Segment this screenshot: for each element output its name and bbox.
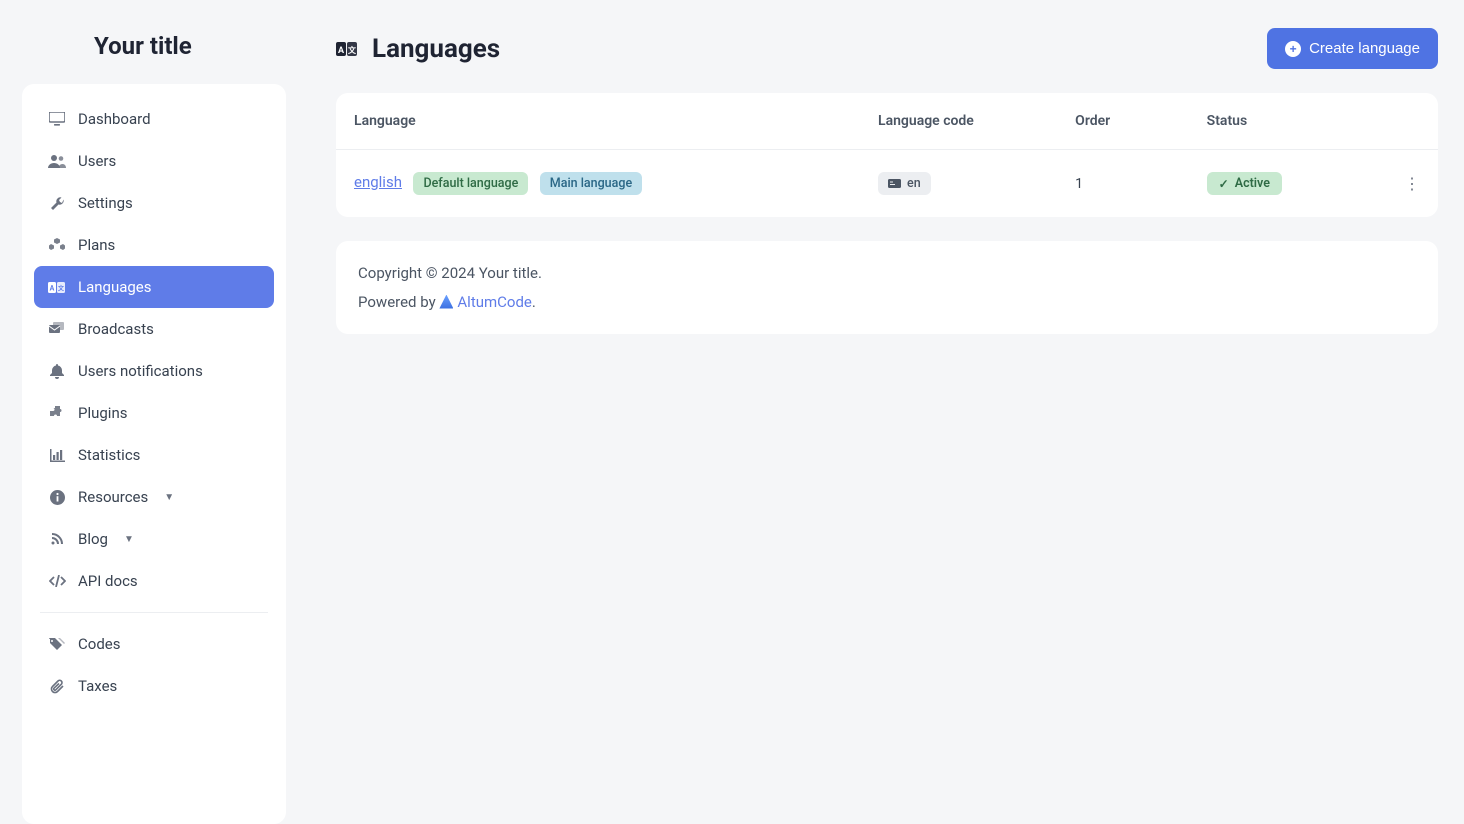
sidebar-item-blog[interactable]: Blog ▼ [34,518,274,560]
create-language-button[interactable]: + Create language [1267,28,1438,69]
wrench-icon [48,196,66,211]
paperclip-icon [48,679,66,694]
button-label: Create language [1309,40,1420,57]
sidebar-item-plans[interactable]: Plans [34,224,274,266]
altumcode-logo-icon [439,295,453,309]
sidebar-item-plugins[interactable]: Plugins [34,392,274,434]
sidebar-item-label: Users [78,152,116,170]
rss-icon [48,532,66,546]
table-header-code: Language code [860,93,1057,150]
order-value: 1 [1057,150,1189,218]
svg-text:文: 文 [348,45,357,55]
powered-by-suffix: . [532,293,536,311]
sidebar-item-api-docs[interactable]: API docs [34,560,274,602]
plus-circle-icon: + [1285,41,1301,57]
sidebar-item-statistics[interactable]: Statistics [34,434,274,476]
table-row: english Default language Main language e… [336,150,1438,218]
chart-icon [48,449,66,462]
default-language-badge: Default language [413,172,528,195]
sidebar-item-dashboard[interactable]: Dashboard [34,98,274,140]
sidebar-item-label: Statistics [78,446,140,464]
id-card-icon [888,179,901,188]
caret-down-icon: ▼ [164,492,174,503]
language-icon: A文 [48,281,66,294]
sidebar-item-resources[interactable]: Resources ▼ [34,476,274,518]
language-name-link[interactable]: english [354,173,402,191]
svg-text:A: A [50,284,55,292]
altumcode-link[interactable]: AltumCode [457,293,532,311]
sidebar: Dashboard Users Settings Plans [22,84,286,824]
tags-icon [48,638,66,651]
sidebar-item-broadcasts[interactable]: Broadcasts [34,308,274,350]
table-header-order: Order [1057,93,1189,150]
info-icon [48,490,66,505]
puzzle-icon [48,406,66,421]
svg-text:文: 文 [57,284,65,292]
brand-title: Your title [22,24,286,84]
sidebar-item-label: Users notifications [78,362,203,380]
check-icon: ✓ [1219,177,1229,191]
caret-down-icon: ▼ [124,534,134,545]
sidebar-item-label: Blog [78,530,108,548]
status-text: Active [1235,176,1270,191]
sidebar-item-codes[interactable]: Codes [34,623,274,665]
sidebar-item-label: Settings [78,194,133,212]
language-icon: A文 [336,41,358,57]
sidebar-item-label: Plugins [78,404,127,422]
sidebar-item-label: API docs [78,572,138,590]
sidebar-item-label: Languages [78,278,152,296]
sidebar-item-settings[interactable]: Settings [34,182,274,224]
code-text: en [907,176,921,191]
copyright-text: Copyright © 2024 Your title. [358,259,1416,288]
mail-bulk-icon [48,322,66,336]
sidebar-item-label: Taxes [78,677,117,695]
sidebar-item-users-notifications[interactable]: Users notifications [34,350,274,392]
bell-icon [48,364,66,379]
table-header-status: Status [1189,93,1386,150]
sidebar-item-taxes[interactable]: Taxes [34,665,274,707]
page-title: Languages [372,34,500,64]
table-header-language: Language [336,93,860,150]
cubes-icon [48,238,66,252]
sidebar-item-label: Plans [78,236,115,254]
status-badge: ✓ Active [1207,172,1282,195]
footer: Copyright © 2024 Your title. Powered by … [336,241,1438,334]
sidebar-item-users[interactable]: Users [34,140,274,182]
sidebar-item-label: Resources [78,488,148,506]
powered-by-prefix: Powered by [358,293,439,311]
sidebar-item-label: Dashboard [78,110,151,128]
languages-table: Language Language code Order Status engl… [336,93,1438,217]
page-header: A文 Languages + Create language [336,24,1438,93]
sidebar-item-label: Codes [78,635,120,653]
languages-table-card: Language Language code Order Status engl… [336,93,1438,217]
sidebar-item-label: Broadcasts [78,320,154,338]
sidebar-item-languages[interactable]: A文 Languages [34,266,274,308]
language-code-badge: en [878,172,931,195]
code-icon [48,575,66,587]
svg-text:A: A [338,46,345,56]
row-actions-button[interactable]: ⋮ [1386,150,1438,218]
main-language-badge: Main language [540,172,642,195]
sidebar-divider [40,612,268,613]
monitor-icon [48,112,66,126]
users-icon [48,154,66,168]
